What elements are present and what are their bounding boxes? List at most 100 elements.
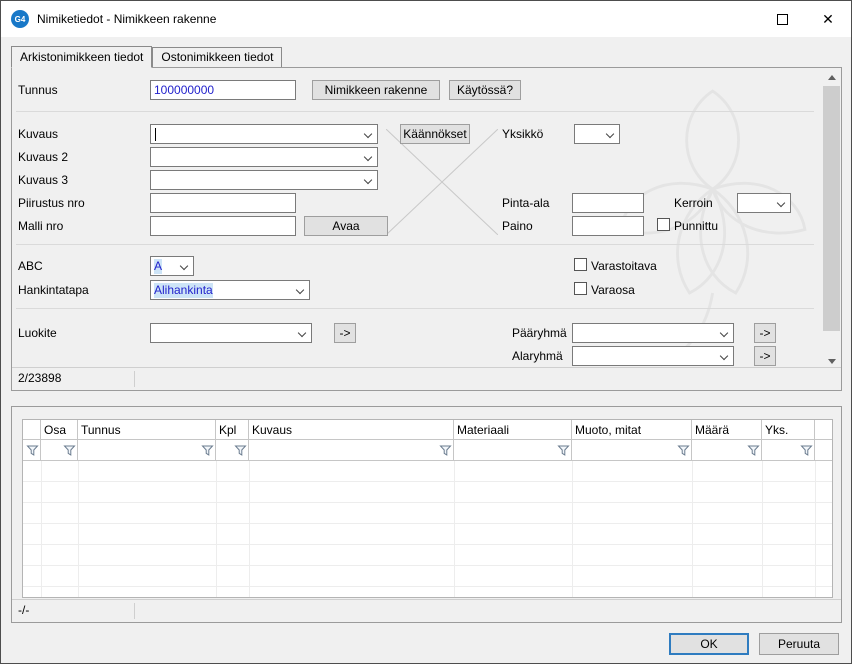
structure-grid: Osa Tunnus Kpl Kuvaus Materiaali Muoto, … <box>22 419 833 598</box>
grid-gridline <box>572 461 573 597</box>
column-header-muoto-mitat[interactable]: Muoto, mitat <box>572 420 692 440</box>
app-logo-icon: G4 <box>11 10 29 28</box>
scroll-down-icon <box>828 359 836 364</box>
chevron-down-icon <box>720 352 728 360</box>
column-header-kpl[interactable]: Kpl <box>216 420 249 440</box>
filter-icon <box>557 444 570 457</box>
paaryhma-label: Pääryhmä <box>512 326 567 340</box>
nimiketiedot-dialog: G4 Nimiketiedot - Nimikkeen rakenne ✕ Tu… <box>0 0 852 664</box>
kuvaus-label: Kuvaus <box>18 127 58 141</box>
separator <box>16 308 814 309</box>
paino-label: Paino <box>502 219 533 233</box>
close-button[interactable]: ✕ <box>805 1 851 37</box>
structure-grid-panel: Osa Tunnus Kpl Kuvaus Materiaali Muoto, … <box>11 406 842 623</box>
filter-cell[interactable] <box>23 440 41 461</box>
scrollbar-thumb[interactable] <box>823 86 840 331</box>
filter-icon <box>439 444 452 457</box>
grid-filter-row <box>23 440 832 461</box>
filter-cell[interactable] <box>454 440 572 461</box>
cancel-button[interactable]: Peruuta <box>759 633 839 655</box>
scroll-up-icon <box>828 75 836 80</box>
malli-nro-label: Malli nro <box>18 219 63 233</box>
kuvaus-combobox[interactable] <box>150 124 378 144</box>
alaryhma-arrow-button[interactable]: -> <box>754 346 776 366</box>
luokite-arrow-button[interactable]: -> <box>334 323 356 343</box>
filter-cell[interactable] <box>572 440 692 461</box>
archive-item-tabpage: Tunnus Nimikkeen rakenne Käytössä? Kuvau… <box>11 67 842 391</box>
filter-icon <box>201 444 214 457</box>
hankintatapa-combobox[interactable]: Alihankinta <box>150 280 310 300</box>
kerroin-combobox[interactable] <box>737 193 791 213</box>
filter-cell[interactable] <box>762 440 815 461</box>
avaa-button[interactable]: Avaa <box>304 216 388 236</box>
filter-icon <box>677 444 690 457</box>
separator <box>16 111 814 112</box>
luokite-combobox[interactable] <box>150 323 312 343</box>
luokite-label: Luokite <box>18 326 57 340</box>
column-header-tunnus[interactable]: Tunnus <box>78 420 216 440</box>
varastoitava-label: Varastoitava <box>591 259 657 273</box>
varaosa-checkbox[interactable] <box>574 282 587 295</box>
abc-value: A <box>154 259 162 274</box>
pinta-ala-input[interactable] <box>572 193 644 213</box>
column-header-yks[interactable]: Yks. <box>762 420 815 440</box>
record-count: 2/23898 <box>18 368 61 389</box>
grid-gridline <box>454 461 455 597</box>
varaosa-label: Varaosa <box>591 283 635 297</box>
yksikko-combobox[interactable] <box>574 124 620 144</box>
abc-combobox[interactable]: A <box>150 256 194 276</box>
paaryhma-arrow-button[interactable]: -> <box>754 323 776 343</box>
column-header-materiaali[interactable]: Materiaali <box>454 420 572 440</box>
chevron-down-icon <box>296 286 304 294</box>
punnittu-checkbox[interactable] <box>657 218 670 231</box>
kerroin-label: Kerroin <box>674 196 713 210</box>
tunnus-input[interactable] <box>150 80 296 100</box>
chevron-down-icon <box>606 130 614 138</box>
filter-cell[interactable] <box>41 440 78 461</box>
separator <box>16 244 814 245</box>
grid-gridline <box>249 461 250 597</box>
titlebar: G4 Nimiketiedot - Nimikkeen rakenne ✕ <box>1 1 851 37</box>
kuvaus2-combobox[interactable] <box>150 147 378 167</box>
column-header-kuvaus[interactable]: Kuvaus <box>249 420 454 440</box>
filter-cell[interactable] <box>78 440 216 461</box>
kuvaus3-combobox[interactable] <box>150 170 378 190</box>
window-title: Nimiketiedot - Nimikkeen rakenne <box>37 1 216 37</box>
tab-ostonimikkeen-tiedot[interactable]: Ostonimikkeen tiedot <box>152 47 282 67</box>
yksikko-label: Yksikkö <box>502 127 543 141</box>
column-header-osa[interactable]: Osa <box>41 420 78 440</box>
filter-icon <box>26 444 39 457</box>
paaryhma-combobox[interactable] <box>572 323 734 343</box>
piirustus-nro-label: Piirustus nro <box>18 196 85 210</box>
column-header-maara[interactable]: Määrä <box>692 420 762 440</box>
varastoitava-checkbox[interactable] <box>574 258 587 271</box>
close-icon: ✕ <box>822 11 834 28</box>
form-scrollbar[interactable] <box>823 69 840 370</box>
maximize-button[interactable] <box>759 1 805 37</box>
alaryhma-combobox[interactable] <box>572 346 734 366</box>
filter-cell[interactable] <box>249 440 454 461</box>
grid-statusbar: -/- <box>12 599 841 622</box>
column-header-rowselector[interactable] <box>23 420 41 440</box>
malli-nro-input[interactable] <box>150 216 296 236</box>
nimikkeen-rakenne-button[interactable]: Nimikkeen rakenne <box>312 80 440 100</box>
kuvaus3-label: Kuvaus 3 <box>18 173 68 187</box>
kuvaus2-label: Kuvaus 2 <box>18 150 68 164</box>
chevron-down-icon <box>180 262 188 270</box>
hankintatapa-value: Alihankinta <box>154 283 213 298</box>
filter-cell[interactable] <box>692 440 762 461</box>
kaytossa-button[interactable]: Käytössä? <box>449 80 521 100</box>
pinta-ala-label: Pinta-ala <box>502 196 549 210</box>
scroll-up-button[interactable] <box>823 69 840 86</box>
paino-input[interactable] <box>572 216 644 236</box>
grid-body[interactable] <box>23 461 832 597</box>
tab-arkistonimikkeen-tiedot[interactable]: Arkistonimikkeen tiedot <box>11 46 152 68</box>
piirustus-nro-input[interactable] <box>150 193 296 213</box>
kaannokset-button[interactable]: Käännökset <box>400 124 470 144</box>
ok-button[interactable]: OK <box>669 633 749 655</box>
grid-gridline <box>78 461 79 597</box>
form-statusbar: 2/23898 <box>12 367 841 390</box>
filter-cell[interactable] <box>216 440 249 461</box>
abc-label: ABC <box>18 259 43 273</box>
grid-gridline <box>41 461 42 597</box>
